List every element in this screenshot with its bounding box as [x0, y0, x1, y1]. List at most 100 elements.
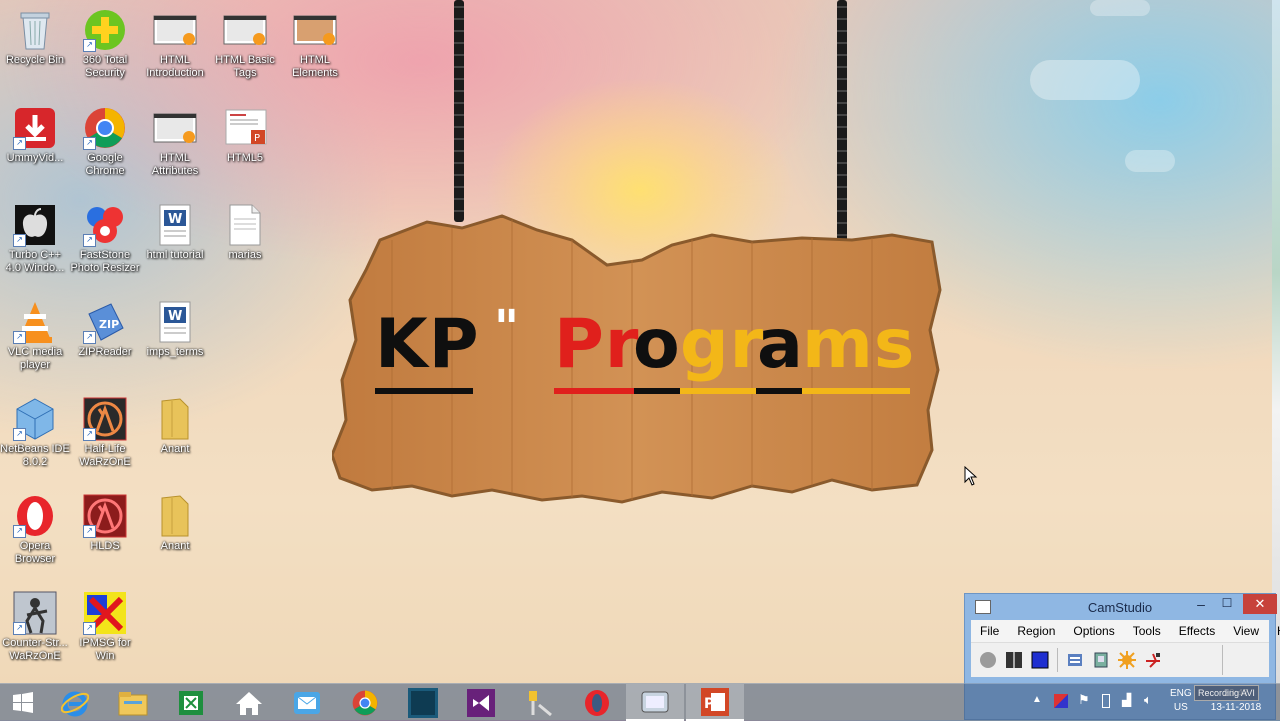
desktop-icon-counter-strike[interactable]: ↗ Counter-Str... WaRzOnE — [0, 591, 70, 663]
camstudio-titlebar[interactable]: CamStudio – ☐ ✕ — [965, 594, 1277, 620]
svg-text:ZIP: ZIP — [99, 318, 119, 331]
region-icon[interactable] — [1062, 647, 1088, 673]
icon-label: NetBeans IDE 8.0.2 — [0, 443, 70, 468]
powerpoint-icon: P — [701, 687, 729, 716]
desktop-icon-zipreader[interactable]: ZIP ↗ ZIPReader — [70, 300, 140, 359]
desktop-icon-recycle-bin[interactable]: Recycle Bin — [0, 8, 70, 67]
shortcut-arrow-icon: ↗ — [13, 525, 26, 538]
desktop-icon-html-elements[interactable]: HTML Elements — [280, 8, 350, 80]
desktop-icon-opera[interactable]: ↗ Opera Browser — [0, 494, 70, 566]
sign-text-a: a — [757, 305, 804, 384]
cloud-decoration — [1125, 150, 1175, 172]
desktop-icon-turbo-cpp[interactable]: ↗ Turbo C++ 4.0 Windo... — [0, 203, 70, 275]
battery-icon[interactable] — [1102, 694, 1110, 708]
language-indicator[interactable]: ENG US — [1170, 687, 1192, 715]
taskbar-terminal[interactable] — [394, 684, 452, 721]
desktop-icon-html-introduction[interactable]: HTML Introduction — [140, 8, 210, 80]
close-button[interactable]: ✕ — [1243, 594, 1277, 614]
taskbar-internet-explorer[interactable] — [46, 684, 104, 721]
icon-label: IPMSG for Win — [79, 637, 131, 662]
opera-icon — [585, 689, 609, 716]
desktop-icon-anant-folder-2[interactable]: Anant — [140, 494, 210, 553]
menu-tools[interactable]: Tools — [1124, 624, 1170, 638]
flag-icon[interactable]: ⚑ — [1078, 692, 1090, 708]
desktop-icon-half-life[interactable]: ↗ Half-Life WaRzOnE — [70, 397, 140, 469]
tray-app-icon[interactable] — [1054, 694, 1068, 708]
taskbar-excel[interactable] — [162, 684, 220, 721]
icon-label: Half-Life WaRzOnE — [79, 443, 131, 468]
terminal-icon — [408, 687, 438, 718]
shortcut-arrow-icon: ↗ — [13, 234, 26, 247]
desktop-icon-360-total-security[interactable]: ↗ 360 Total Security — [70, 8, 140, 80]
zip-reader-icon: ZIP ↗ — [83, 300, 127, 344]
desktop-icon-ummyvideo[interactable]: ↗ UmmyVid... — [0, 106, 70, 165]
network-icon[interactable]: ▟ — [1122, 693, 1131, 707]
icon-label: html tutorial — [146, 249, 204, 261]
taskbar-mail[interactable] — [278, 684, 336, 721]
icon-label: UmmyVid... — [6, 152, 64, 164]
sign-text-gr: gr — [680, 305, 765, 384]
icon-label: Counter-Str... WaRzOnE — [2, 637, 68, 662]
effects-icon[interactable] — [1114, 647, 1140, 673]
taskbar-file-explorer[interactable] — [104, 684, 162, 721]
pause-icon[interactable] — [1001, 647, 1027, 673]
video-file-icon — [153, 106, 197, 150]
icon-label: HTML Attributes — [151, 152, 199, 177]
start-button[interactable] — [0, 684, 46, 721]
underline-o — [634, 388, 680, 394]
desktop-icon-netbeans[interactable]: ↗ NetBeans IDE 8.0.2 — [0, 397, 70, 469]
shortcut-arrow-icon: ↗ — [13, 137, 26, 150]
desktop-icon-imps-terms[interactable]: W imps_terms — [140, 300, 210, 359]
sign-text-ms: ms — [802, 305, 916, 384]
underline-ms — [802, 388, 910, 394]
taskbar: P ▲ ⚑ ▟ 🔈︎ ENG US 20:47 13-11-2018 Recor… — [0, 683, 1280, 721]
menu-options[interactable]: Options — [1064, 624, 1123, 638]
video-file-icon — [223, 8, 267, 52]
stop-icon[interactable] — [1027, 647, 1053, 673]
volume-icon[interactable]: 🔈︎ — [1144, 692, 1152, 708]
taskbar-tools[interactable] — [510, 684, 568, 721]
desktop-icon-google-chrome[interactable]: ↗ Google Chrome — [70, 106, 140, 178]
desktop-icon-html-tutorial[interactable]: W html tutorial — [140, 203, 210, 262]
menu-view[interactable]: View — [1224, 624, 1268, 638]
language-bottom: US — [1173, 702, 1188, 713]
folder-icon — [153, 494, 197, 538]
taskbar-chrome[interactable] — [336, 684, 394, 721]
desktop-icon-marias[interactable]: marias — [210, 203, 280, 262]
desktop-icon-anant-folder-1[interactable]: Anant — [140, 397, 210, 456]
annotation-icon[interactable] — [1088, 647, 1114, 673]
autopan-icon[interactable] — [1140, 647, 1166, 673]
taskbar-powerpoint[interactable]: P — [686, 684, 744, 721]
desktop-icon-hlds[interactable]: ↗ HLDS — [70, 494, 140, 553]
menu-help[interactable]: Help — [1268, 624, 1280, 638]
icon-label: imps_terms — [146, 346, 204, 358]
desktop-icon-vlc[interactable]: ↗ VLC media player — [0, 300, 70, 372]
maximize-button[interactable]: ☐ — [1217, 596, 1237, 616]
svg-text:W: W — [168, 212, 182, 227]
shortcut-arrow-icon: ↗ — [13, 622, 26, 635]
taskbar-home[interactable] — [220, 684, 278, 721]
menu-region[interactable]: Region — [1008, 624, 1064, 638]
desktop-icon-ipmsg[interactable]: ↗ IPMSG for Win — [70, 591, 140, 663]
icon-label: 360 Total Security — [82, 54, 128, 79]
menu-file[interactable]: File — [971, 624, 1008, 638]
menu-effects[interactable]: Effects — [1170, 624, 1224, 638]
desktop-icon-html-basic-tags[interactable]: HTML Basic Tags — [210, 8, 280, 80]
ummy-download-icon: ↗ — [13, 106, 57, 150]
desktop-icon-html-attributes[interactable]: HTML Attributes — [140, 106, 210, 178]
text-file-icon — [223, 203, 267, 247]
mouse-cursor-icon — [964, 466, 978, 486]
minimize-button[interactable]: – — [1191, 596, 1211, 616]
taskbar-camstudio[interactable] — [626, 684, 684, 721]
folder-icon — [153, 397, 197, 441]
desktop-icon-faststone[interactable]: ↗ FastStone Photo Resizer — [70, 203, 140, 275]
svg-text:P: P — [704, 696, 714, 712]
record-icon[interactable] — [975, 647, 1001, 673]
taskbar-opera[interactable] — [568, 684, 626, 721]
icon-label: marias — [228, 249, 262, 261]
underline-a — [756, 388, 802, 394]
tray-overflow-icon[interactable]: ▲ — [1032, 694, 1042, 705]
desktop-icon-html5[interactable]: P HTML5 — [210, 106, 280, 165]
taskbar-visual-studio[interactable] — [452, 684, 510, 721]
underline-pr — [554, 388, 634, 394]
